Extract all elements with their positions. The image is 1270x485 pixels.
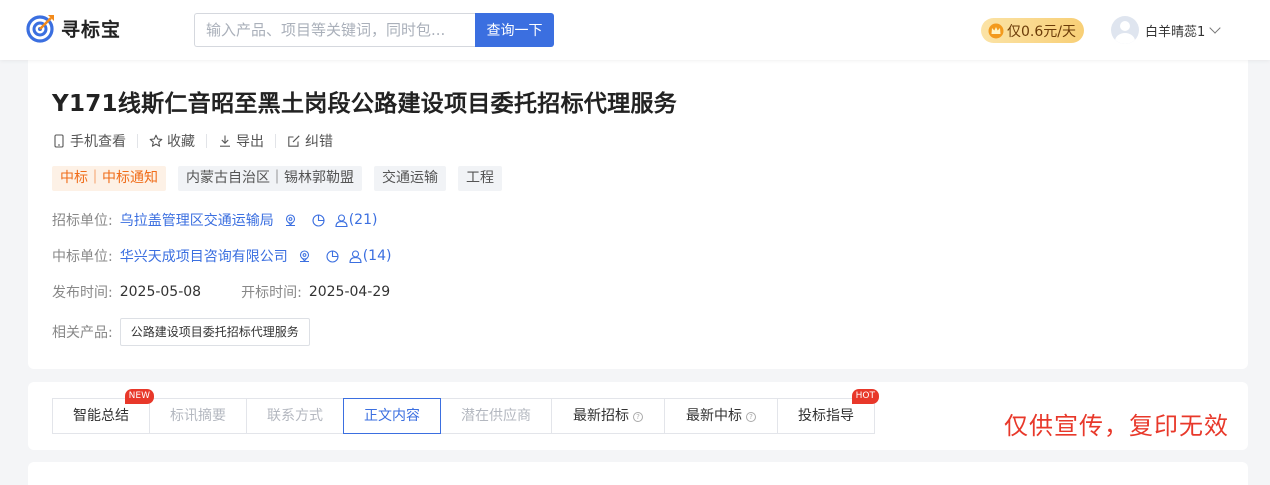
logo-text: 寻标宝 (61, 18, 122, 41)
tab-label: 投标指导 (798, 408, 854, 424)
date-row: 发布时间: 2025-05-08 开标时间: 2025-04-29 (52, 282, 390, 302)
logo-target-icon (26, 13, 56, 43)
tab-contacts[interactable]: 联系方式 (246, 398, 344, 434)
tab-label: 最新招标 (573, 408, 629, 424)
product-tag[interactable]: 公路建设项目委托招标代理服务 (119, 318, 310, 346)
phone-icon (52, 134, 66, 148)
search-bar: 查询一下 (194, 13, 554, 47)
crown-icon (988, 23, 1004, 39)
logo[interactable]: 寻标宝 (26, 13, 121, 43)
divider (137, 134, 138, 148)
tab-potential-suppliers[interactable]: 潜在供应商 (440, 398, 552, 434)
divider (206, 134, 207, 148)
tab-latest-tenders[interactable]: 最新招标? (551, 398, 665, 434)
export-label: 导出 (236, 134, 264, 150)
tab-label: 智能总结 (73, 408, 129, 424)
tab-smart-summary[interactable]: 智能总结 NEW (52, 389, 154, 434)
product-row: 相关产品: 公路建设项目委托招标代理服务 (52, 318, 310, 346)
user-menu[interactable]: 白羊晴蕊1 (1111, 16, 1221, 44)
watermark-text: 仅供宣传，复印无效 (1004, 412, 1229, 440)
tab-label: 正文内容 (364, 408, 420, 424)
edit-icon (287, 134, 301, 148)
avatar (1111, 16, 1139, 44)
export-button[interactable]: 导出 (218, 131, 264, 151)
new-badge: NEW (124, 389, 154, 404)
user-icon (348, 249, 363, 264)
tab-bar: 智能总结 NEW 标讯摘要 联系方式 正文内容 潜在供应商 最新招标? 最新中标… (52, 389, 879, 434)
page-title: Y171线斯仁音昭至黑土岗段公路建设项目委托招标代理服务 (52, 91, 678, 117)
tab-latest-awards[interactable]: 最新中标? (664, 398, 778, 434)
tab-label: 最新中标 (686, 408, 742, 424)
favorite-label: 收藏 (167, 134, 195, 150)
report-error-button[interactable]: 纠错 (287, 131, 333, 151)
hot-badge: HOT (851, 389, 879, 404)
user-icon (334, 213, 349, 228)
help-icon[interactable]: ? (633, 412, 643, 422)
content-card (28, 462, 1248, 485)
tab-summary[interactable]: 标讯摘要 (149, 398, 247, 434)
open-date-label: 开标时间: (241, 285, 302, 301)
divider (275, 134, 276, 148)
tag-bid-type[interactable]: 中标｜中标通知 (52, 166, 166, 191)
star-icon (149, 134, 163, 148)
report-error-label: 纠错 (305, 134, 333, 150)
action-bar: 手机查看 收藏 导出 纠错 (52, 131, 344, 151)
contacts-count[interactable]: (14) (348, 248, 392, 264)
pie-chart-icon[interactable] (311, 213, 326, 228)
contacts-count-value: (21) (348, 212, 378, 228)
mobile-view-label: 手机查看 (70, 134, 126, 150)
tag-industry[interactable]: 交通运输 (374, 166, 446, 191)
location-icon[interactable] (297, 249, 312, 264)
publish-date-label: 发布时间: (52, 285, 113, 301)
tab-label: 联系方式 (267, 408, 323, 424)
download-icon (218, 134, 232, 148)
tab-bid-guidance[interactable]: 投标指导 HOT (777, 389, 879, 434)
tag-region[interactable]: 内蒙古自治区｜锡林郭勒盟 (178, 166, 362, 191)
location-icon[interactable] (283, 213, 298, 228)
detail-card: Y171线斯仁音昭至黑土岗段公路建设项目委托招标代理服务 手机查看 收藏 导出 (28, 60, 1248, 369)
tab-content[interactable]: 正文内容 (343, 398, 441, 434)
search-button[interactable]: 查询一下 (475, 13, 554, 47)
user-name: 白羊晴蕊1 (1145, 24, 1206, 40)
vip-label: 仅0.6元/天 (1007, 23, 1076, 40)
tab-card: 智能总结 NEW 标讯摘要 联系方式 正文内容 潜在供应商 最新招标? 最新中标… (28, 382, 1248, 450)
tag-list: 中标｜中标通知 内蒙古自治区｜锡林郭勒盟 交通运输 工程 (52, 166, 514, 191)
pie-chart-icon[interactable] (325, 249, 340, 264)
winner-unit-label: 中标单位: (52, 249, 113, 265)
contacts-count-value: (14) (362, 248, 392, 264)
top-header: 寻标宝 查询一下 仅0.6元/天 白羊晴蕊1 (0, 0, 1270, 60)
tender-unit-link[interactable]: 乌拉盖管理区交通运输局 (120, 210, 274, 230)
favorite-button[interactable]: 收藏 (149, 131, 195, 151)
search-input[interactable] (194, 13, 475, 47)
chevron-down-icon (1209, 22, 1221, 34)
vip-badge[interactable]: 仅0.6元/天 (981, 18, 1084, 43)
winner-unit-row: 中标单位: 华兴天成项目咨询有限公司 (14) (52, 246, 391, 266)
tab-label: 标讯摘要 (170, 408, 226, 424)
help-icon[interactable]: ? (746, 412, 756, 422)
tender-unit-label: 招标单位: (52, 213, 113, 229)
product-label: 相关产品: (52, 325, 113, 341)
contacts-count[interactable]: (21) (334, 212, 378, 228)
mobile-view-button[interactable]: 手机查看 (52, 131, 126, 151)
tender-unit-row: 招标单位: 乌拉盖管理区交通运输局 (21) (52, 210, 377, 230)
tab-label: 潜在供应商 (461, 408, 531, 424)
publish-date: 2025-05-08 (119, 284, 202, 300)
tag-category[interactable]: 工程 (458, 166, 502, 191)
winner-unit-link[interactable]: 华兴天成项目咨询有限公司 (120, 246, 288, 266)
open-date: 2025-04-29 (308, 284, 391, 300)
